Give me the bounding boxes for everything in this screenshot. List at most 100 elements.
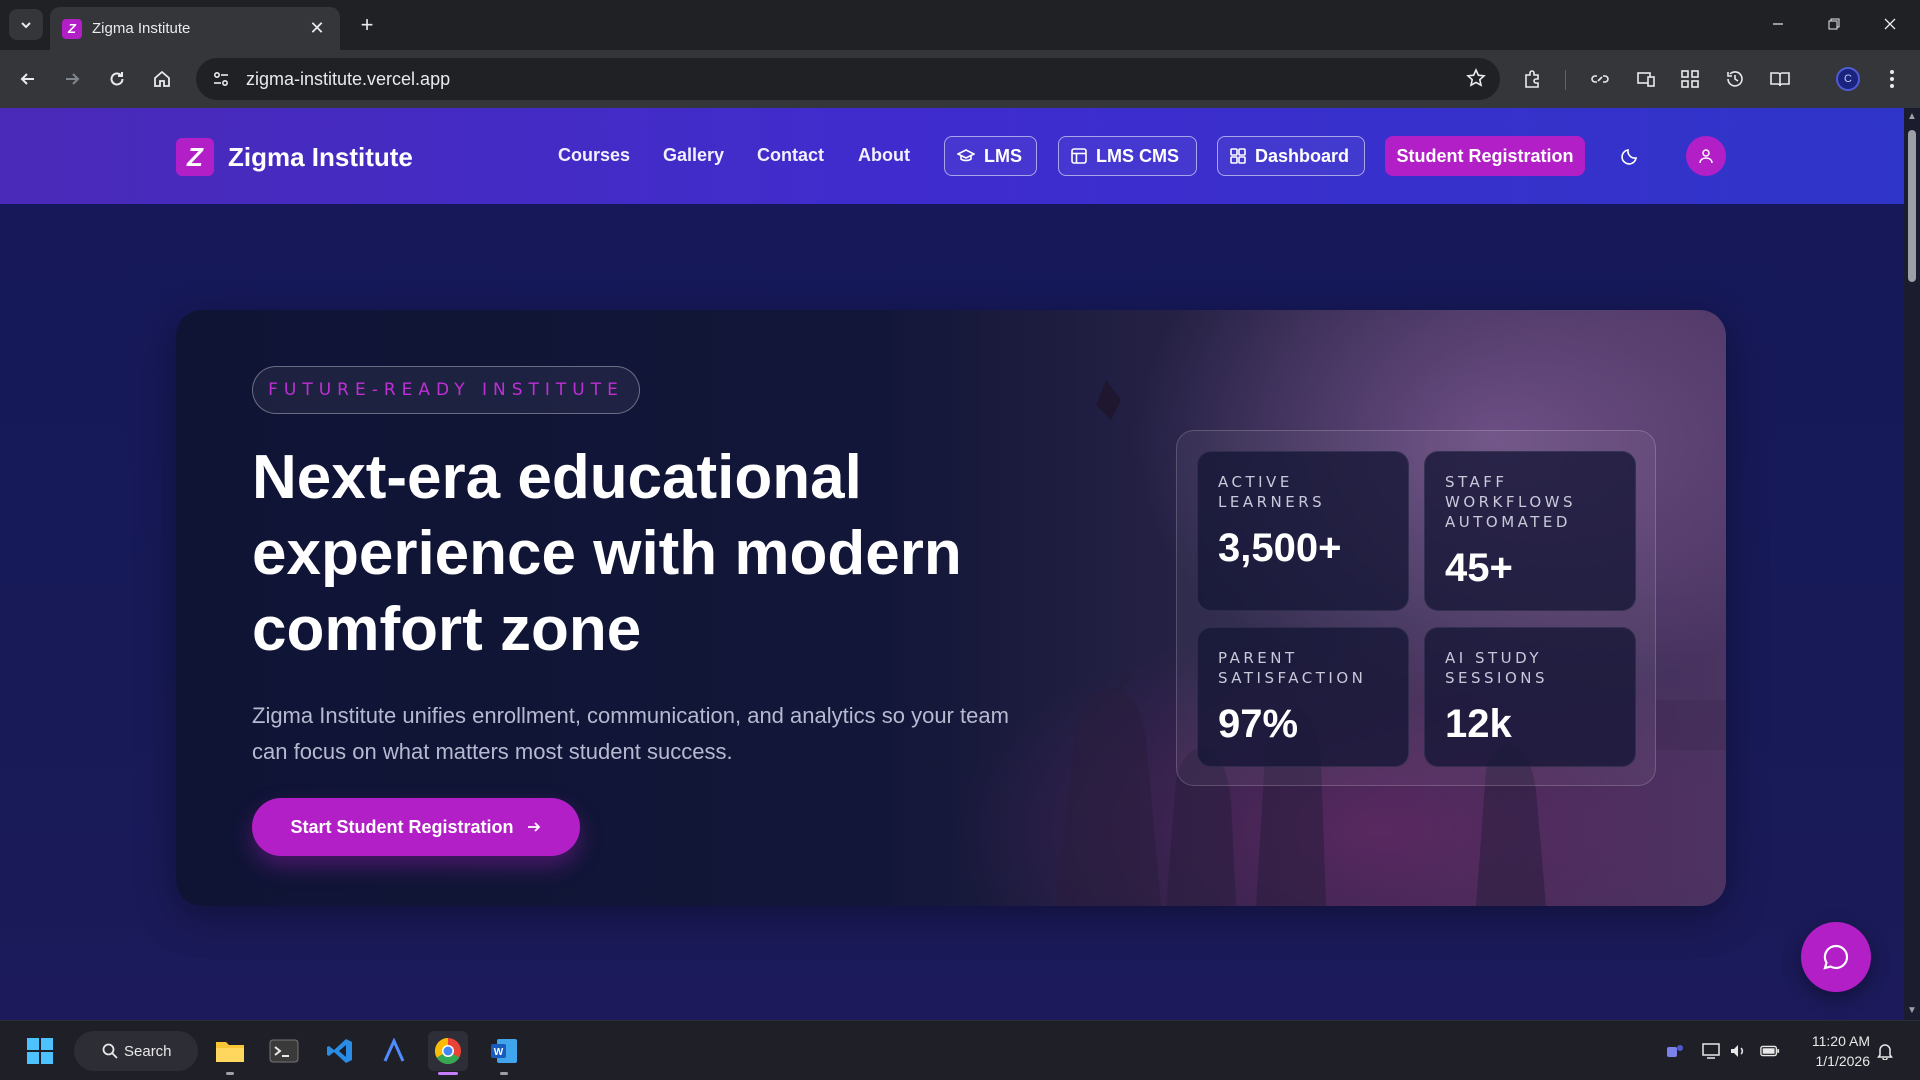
taskbar-search[interactable]: Search xyxy=(74,1031,198,1071)
profile-button[interactable]: C xyxy=(1832,63,1864,95)
moon-icon xyxy=(1621,149,1637,165)
home-icon xyxy=(154,70,170,87)
notification-bell-icon[interactable] xyxy=(1875,1041,1895,1061)
favicon-icon: Z xyxy=(62,18,82,39)
stat-card-parent-satisfaction: PARENT SATISFACTION 97% xyxy=(1197,627,1409,767)
scroll-up-icon[interactable]: ▲ xyxy=(1907,112,1917,122)
system-clock[interactable]: 11:20 AM 1/1/2026 xyxy=(1790,1031,1870,1071)
chat-button[interactable] xyxy=(1801,922,1871,992)
close-window-button[interactable] xyxy=(1870,8,1910,40)
taskbar-terminal[interactable] xyxy=(264,1031,304,1071)
apps-button[interactable] xyxy=(1674,63,1706,95)
back-button[interactable] xyxy=(12,63,44,95)
battery-icon[interactable] xyxy=(1760,1041,1780,1061)
stat-label-line: ACTIVE xyxy=(1218,473,1293,491)
stat-card-staff-workflows: STAFF WORKFLOWS AUTOMATED 45+ xyxy=(1424,451,1636,611)
stat-label-line: STAFF xyxy=(1445,473,1508,491)
page-scrollbar[interactable]: ▲ ▼ xyxy=(1904,108,1920,1020)
teams-tray-icon[interactable] xyxy=(1665,1041,1685,1061)
volume-icon[interactable] xyxy=(1728,1041,1748,1061)
taskbar-file-explorer[interactable] xyxy=(210,1031,250,1075)
profile-avatar-icon: C xyxy=(1836,67,1860,91)
book-icon xyxy=(1770,72,1790,87)
display-tray-icon[interactable] xyxy=(1702,1041,1722,1061)
minimize-button[interactable] xyxy=(1758,8,1798,40)
dashboard-button[interactable]: Dashboard xyxy=(1217,136,1365,176)
lms-cms-button-label: LMS CMS xyxy=(1096,145,1179,166)
clock-date: 1/1/2026 xyxy=(1815,1053,1871,1069)
graduation-cap-icon xyxy=(957,149,975,162)
devices-icon xyxy=(1637,72,1655,87)
chat-bubble-icon xyxy=(1823,944,1849,970)
lms-button[interactable]: LMS xyxy=(944,136,1037,176)
close-tab-icon[interactable]: ✕ xyxy=(306,18,328,39)
active-indicator xyxy=(438,1072,458,1075)
tab-search-button[interactable] xyxy=(9,9,43,40)
nav-link-contact[interactable]: Contact xyxy=(757,145,824,166)
taskbar-chrome[interactable] xyxy=(428,1031,468,1075)
toolbar-divider xyxy=(1565,70,1566,90)
chevron-down-icon xyxy=(21,21,31,28)
browser-tab[interactable]: Z Zigma Institute ✕ xyxy=(50,7,340,50)
hero-badge: FUTURE-READY INSTITUTE xyxy=(252,366,640,414)
menu-button[interactable] xyxy=(1876,63,1908,95)
extensions-button[interactable] xyxy=(1517,63,1549,95)
cast-button[interactable] xyxy=(1630,63,1662,95)
user-icon xyxy=(1699,149,1713,164)
site-info-icon[interactable] xyxy=(212,70,230,88)
taskbar-vscode[interactable] xyxy=(320,1031,360,1071)
stat-label: ACTIVE LEARNERS xyxy=(1218,472,1388,512)
start-registration-button[interactable]: Start Student Registration xyxy=(252,798,580,856)
taskbar-word[interactable]: W xyxy=(484,1031,524,1075)
start-button[interactable] xyxy=(20,1031,60,1071)
arrow-left-icon xyxy=(20,73,34,85)
reload-button[interactable] xyxy=(101,63,133,95)
layout-icon xyxy=(1071,148,1087,164)
lms-button-label: LMS xyxy=(984,145,1022,166)
theme-toggle-button[interactable] xyxy=(1614,140,1646,172)
hero-subtitle-line: Zigma Institute unifies enrollment, comm… xyxy=(252,703,1009,728)
history-button[interactable] xyxy=(1719,63,1751,95)
lms-cms-button[interactable]: LMS CMS xyxy=(1058,136,1197,176)
stat-label-line: SESSIONS xyxy=(1445,669,1549,687)
url-text[interactable]: zigma-institute.vercel.app xyxy=(246,69,450,90)
stat-value: 12k xyxy=(1445,702,1512,746)
taskbar-search-label: Search xyxy=(124,1042,172,1060)
search-icon xyxy=(102,1043,118,1059)
folder-icon xyxy=(216,1042,244,1062)
new-tab-button[interactable]: + xyxy=(352,10,382,40)
puzzle-icon xyxy=(1525,70,1539,88)
stat-label: PARENT SATISFACTION xyxy=(1218,648,1388,688)
browser-toolbar: zigma-institute.vercel.app C xyxy=(0,50,1920,108)
nav-link-gallery[interactable]: Gallery xyxy=(663,145,724,166)
dashboard-button-label: Dashboard xyxy=(1255,145,1350,166)
stat-card-ai-study-sessions: AI STUDY SESSIONS 12k xyxy=(1424,627,1636,767)
scroll-thumb[interactable] xyxy=(1908,130,1916,282)
windows-logo-icon xyxy=(27,1038,53,1064)
site-logo[interactable]: Z Zigma Institute xyxy=(176,138,413,176)
stat-label-line: WORKFLOWS xyxy=(1445,493,1577,511)
svg-text:W: W xyxy=(494,1047,504,1058)
nav-link-courses[interactable]: Courses xyxy=(558,145,630,166)
forward-button[interactable] xyxy=(56,63,88,95)
site-name: Zigma Institute xyxy=(228,141,413,172)
user-account-button[interactable] xyxy=(1686,136,1726,176)
link-button[interactable] xyxy=(1584,63,1616,95)
home-button[interactable] xyxy=(146,63,178,95)
start-registration-label: Start Student Registration xyxy=(290,816,514,837)
hero-subtitle: Zigma Institute unifies enrollment, comm… xyxy=(252,698,1112,770)
address-bar[interactable]: zigma-institute.vercel.app xyxy=(196,58,1500,100)
nav-link-about[interactable]: About xyxy=(858,145,910,166)
hero-title-line: Next-era educational xyxy=(252,443,862,512)
bookmark-star-icon[interactable] xyxy=(1466,68,1486,93)
restore-button[interactable] xyxy=(1814,8,1854,40)
stat-label-line: SATISFACTION xyxy=(1218,669,1367,687)
stat-label-line: AI STUDY xyxy=(1445,649,1543,667)
reading-mode-button[interactable] xyxy=(1764,63,1796,95)
student-registration-button[interactable]: Student Registration xyxy=(1385,136,1585,176)
scroll-down-icon[interactable]: ▼ xyxy=(1907,1006,1917,1016)
taskbar-app-arc[interactable] xyxy=(374,1031,414,1071)
arrow-right-icon xyxy=(66,73,80,85)
stat-label: STAFF WORKFLOWS AUTOMATED xyxy=(1445,472,1615,532)
link-icon xyxy=(1591,75,1609,83)
